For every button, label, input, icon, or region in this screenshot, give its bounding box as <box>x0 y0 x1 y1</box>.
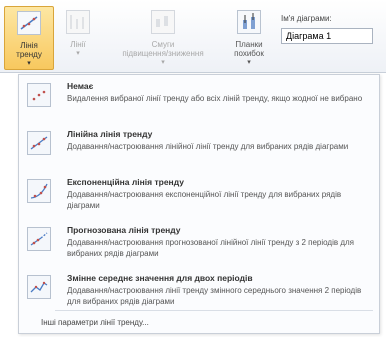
chevron-down-icon: ▾ <box>27 60 31 67</box>
menu-item-desc: Додавання/настроювання лінії тренду змін… <box>67 286 362 306</box>
menu-separator <box>55 310 373 311</box>
menu-item-none[interactable]: Немає Видалення вибраної лінії тренду аб… <box>23 77 373 125</box>
trendline-icon <box>17 11 41 35</box>
linear-trendline-icon <box>27 131 51 155</box>
chevron-down-icon: ▾ <box>247 59 251 66</box>
trendline-label-2: тренду <box>16 50 42 59</box>
no-trendline-icon <box>27 83 51 107</box>
trendline-dropdown-menu: Немає Видалення вибраної лінії тренду аб… <box>18 74 380 334</box>
menu-item-title: Змінне середнє значення для двох періоді… <box>67 273 253 283</box>
updown-bars-label-1: Смуги <box>151 40 175 49</box>
lines-label: Лінії <box>70 40 86 49</box>
menu-item-exponential[interactable]: Експоненційна лінія тренду Додавання/нас… <box>23 173 373 221</box>
forecast-trendline-icon <box>27 227 51 251</box>
menu-item-title: Експоненційна лінія тренду <box>67 177 184 187</box>
updown-bars-icon <box>151 10 175 34</box>
menu-item-linear[interactable]: Лінійна лінія тренду Додавання/настроюва… <box>23 125 373 173</box>
lines-icon <box>66 10 90 34</box>
ribbon: Лінія тренду ▾ Лінії ▾ Смуги підвищення/… <box>0 0 386 73</box>
moving-average-icon <box>27 275 51 299</box>
menu-item-title: Прогнозована лінія тренду <box>67 225 181 235</box>
menu-item-title: Немає <box>67 81 94 91</box>
lines-button[interactable]: Лінії ▾ <box>58 6 98 68</box>
menu-item-desc: Додавання/настроювання лінійної лінії тр… <box>67 142 349 151</box>
error-bars-button[interactable]: Планки похибок ▾ <box>226 6 272 68</box>
trendline-label-1: Лінія <box>20 41 38 50</box>
more-trendline-options[interactable]: Інші параметри лінії тренду... <box>41 318 149 327</box>
error-bars-label-2: похибок <box>234 49 264 58</box>
menu-item-forecast[interactable]: Прогнозована лінія тренду Додавання/наст… <box>23 221 373 269</box>
trendline-button[interactable]: Лінія тренду ▾ <box>4 6 54 70</box>
menu-item-title: Лінійна лінія тренду <box>67 129 153 139</box>
chevron-down-icon: ▾ <box>161 59 165 66</box>
chevron-down-icon: ▾ <box>76 50 80 57</box>
error-bars-label-1: Планки <box>235 40 263 49</box>
error-bars-icon <box>237 10 261 34</box>
menu-item-desc: Додавання/настроювання прогнозованої лін… <box>67 238 355 258</box>
updown-bars-label-2: підвищення/зниження <box>122 49 204 58</box>
menu-item-desc: Додавання/настроювання експоненційної лі… <box>67 190 342 210</box>
menu-item-desc: Видалення вибраної лінії тренду або всіх… <box>67 94 363 103</box>
exponential-trendline-icon <box>27 179 51 203</box>
chart-name-label: Ім'я діаграми: <box>281 14 332 23</box>
chart-name-input[interactable] <box>281 28 373 44</box>
updown-bars-button[interactable]: Смуги підвищення/зниження ▾ <box>104 6 222 68</box>
